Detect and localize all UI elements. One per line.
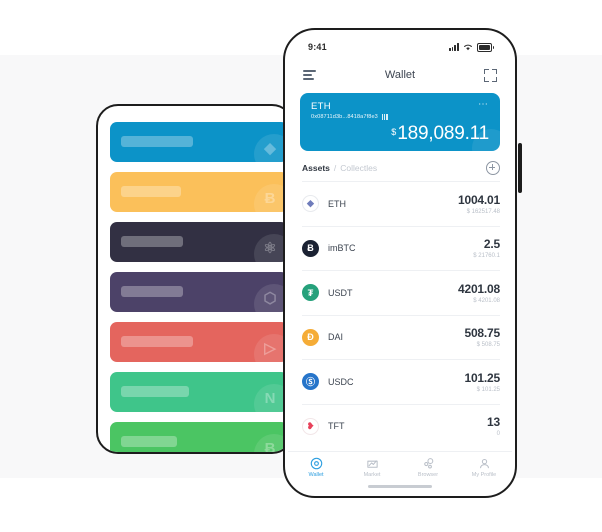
asset-fiat-value: 0 [496,431,500,438]
asset-row[interactable]: ₮ USDT 4201.08 $ 4201.08 [302,270,500,315]
stack-card-placeholder-bar [121,236,183,247]
wifi-icon [463,44,472,51]
asset-amount: 508.75 [464,326,500,341]
wallet-total-balance: $ 189,089.11 [311,123,489,145]
scan-qr-icon[interactable] [484,68,497,82]
stack-card-placeholder-bar [121,436,177,447]
phone-side-button[interactable] [518,143,522,193]
asset-amount: 101.25 [464,370,500,385]
hamburger-menu-icon[interactable] [303,70,316,80]
blockchain-card-list: ◆Ƀ⚛⬡▷NɃŁ [110,122,292,452]
balance-amount: 189,089.11 [397,123,489,144]
asset-list: ◆ ETH 1004.01 $ 162517.48 ɃimBTC 2.5 $ 21760.1… [288,181,512,448]
assets-header: Assets / Collectles [288,151,512,181]
tab-item-my-profile[interactable]: My Profile [456,457,512,478]
asset-fiat-value: $ 101.25 [476,386,500,393]
asset-row[interactable]: ɃimBTC 2.5 $ 21760.1 [302,225,500,271]
stack-card-placeholder-bar [121,336,193,347]
asset-row[interactable]: Đ DAI 508.75 $ 508.75 [302,314,500,360]
stack-card-bch-card[interactable]: Ƀ [110,422,288,452]
market-tab-icon [366,457,379,470]
phone-screen: 9:41 Wallet ETH ⋯ 0x08711d3b...8418a7f8e… [288,33,512,493]
blockchain-card-stack-panel: ◆Ƀ⚛⬡▷NɃŁ [96,104,294,454]
asset-amount: 2.5 [483,237,500,252]
wallet-balance-card[interactable]: ETH ⋯ 0x08711d3b...8418a7f8e3 $ 189,089.… [300,93,500,151]
asset-symbol: USDT [328,287,353,298]
profile-tab-icon [478,457,491,470]
tab-label: Wallet [308,472,324,478]
asset-values: 13 0 [487,415,500,437]
page-title: Wallet [384,69,416,81]
stack-card-placeholder-bar [121,286,183,297]
status-time: 9:41 [308,42,327,52]
asset-symbol: imBTC [328,243,356,254]
tab-collectibles[interactable]: Collectles [340,163,377,173]
stack-card-eos-card[interactable]: ⬡ [110,272,288,312]
battery-icon [476,42,494,52]
wallet-address: 0x08711d3b...8418a7f8e3 [311,114,378,120]
asset-symbol: ETH [328,198,346,209]
asset-fiat-value: $ 508.75 [476,342,500,349]
asset-row[interactable]: Ⓢ USDC 101.25 $ 101.25 [302,359,500,404]
asset-values: 4201.08 $ 4201.08 [458,282,500,304]
wallet-chain-label: ETH [311,101,331,112]
tab-item-market[interactable]: Market [344,457,400,478]
stack-card-tron-card[interactable]: ▷ [110,322,288,362]
qr-code-icon[interactable] [381,114,388,120]
home-indicator [368,485,432,488]
tab-separator: / [333,163,337,173]
asset-symbol: USDC [328,376,354,387]
imbtc-coin-icon: Ƀ [302,239,319,257]
phone-device-frame: 9:41 Wallet ETH ⋯ 0x08711d3b...8418a7f8e… [283,28,517,498]
asset-fiat-value: $ 162517.48 [466,208,500,215]
dai-coin-icon: Đ [302,328,319,346]
asset-values: 101.25 $ 101.25 [464,371,500,393]
stack-card-btc-card[interactable]: Ƀ [110,172,288,212]
eth-coin-icon: ◆ [302,195,319,213]
tft-coin-icon: ❥ [302,417,319,435]
stack-card-nas-card[interactable]: N [110,372,288,412]
usdt-coin-icon: ₮ [302,284,319,302]
asset-amount: 1004.01 [458,192,500,207]
tab-item-browser[interactable]: Browser [400,457,456,478]
asset-row[interactable]: ❥ TFT 13 0 [302,403,500,449]
asset-symbol: TFT [328,421,345,432]
add-asset-button[interactable] [486,161,500,175]
wallet-more-icon[interactable]: ⋯ [478,100,489,110]
stack-card-placeholder-bar [121,136,193,147]
tab-label: Browser [417,472,439,478]
asset-symbol: DAI [328,332,344,343]
tab-label: My Profile [471,472,497,478]
asset-row[interactable]: ◆ ETH 1004.01 $ 162517.48 [302,181,500,226]
asset-values: 508.75 $ 508.75 [464,326,500,348]
asset-values: 2.5 $ 21760.1 [473,237,500,259]
status-icons [449,42,494,52]
wallet-address-row[interactable]: 0x08711d3b...8418a7f8e3 [311,114,489,120]
tab-label: Market [363,472,381,478]
stack-card-eth-card[interactable]: ◆ [110,122,288,162]
wallet-tab-icon [310,457,323,470]
currency-symbol: $ [391,127,397,137]
stack-card-placeholder-bar [121,186,181,197]
stack-card-cosmos-card[interactable]: ⚛ [110,222,288,262]
cellular-signal-icon [449,43,459,51]
usdc-coin-icon: Ⓢ [302,373,319,391]
asset-amount: 4201.08 [458,281,500,296]
tab-item-wallet[interactable]: Wallet [288,457,344,478]
status-bar: 9:41 [288,33,512,61]
tab-assets[interactable]: Assets [302,163,330,173]
asset-amount: 13 [487,415,500,430]
nav-bar: Wallet [288,61,512,89]
asset-fiat-value: $ 4201.08 [473,297,500,304]
asset-fiat-value: $ 21760.1 [473,253,500,260]
stack-card-placeholder-bar [121,386,189,397]
browser-tab-icon [422,457,435,470]
asset-values: 1004.01 $ 162517.48 [458,193,500,215]
